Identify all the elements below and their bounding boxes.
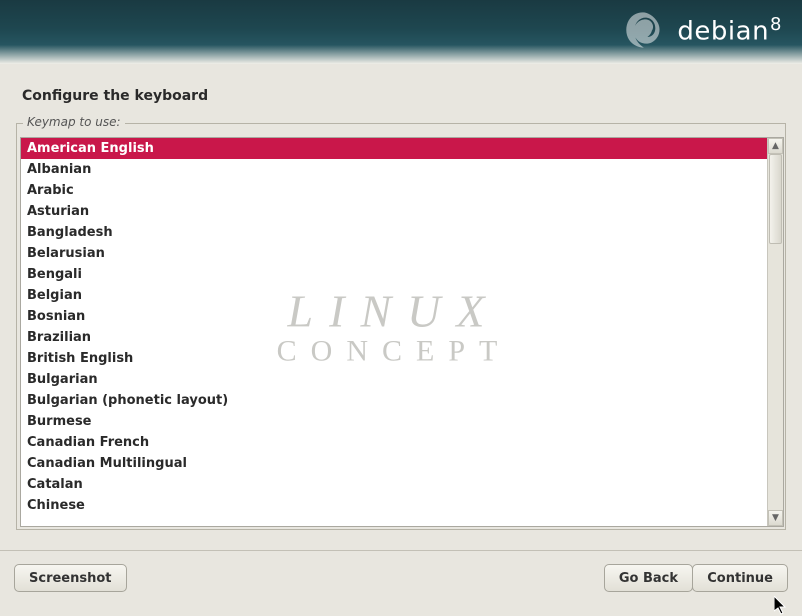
list-item[interactable]: Burmese xyxy=(21,411,767,432)
scroll-up-button[interactable]: ▲ xyxy=(768,138,783,154)
brand-version: 8 xyxy=(770,14,782,35)
scroll-down-button[interactable]: ▼ xyxy=(768,510,783,526)
list-item[interactable]: Canadian Multilingual xyxy=(21,453,767,474)
continue-button[interactable]: Continue xyxy=(692,564,788,592)
list-item[interactable]: Asturian xyxy=(21,201,767,222)
footer-bar: Screenshot Go Back Continue xyxy=(0,550,802,604)
list-item[interactable]: Brazilian xyxy=(21,327,767,348)
keymap-panel: Keymap to use: LINUX CONCEPT American En… xyxy=(16,123,786,530)
scroll-thumb[interactable] xyxy=(769,154,782,244)
list-item[interactable]: Belarusian xyxy=(21,243,767,264)
go-back-button[interactable]: Go Back xyxy=(604,564,693,592)
page-title: Configure the keyboard xyxy=(22,88,208,104)
scroll-track[interactable] xyxy=(768,154,783,510)
list-item[interactable]: American English xyxy=(21,138,767,159)
panel-label: Keymap to use: xyxy=(23,115,125,129)
list-item[interactable]: Canadian French xyxy=(21,432,767,453)
keymap-listbox-container: LINUX CONCEPT American EnglishAlbanianAr… xyxy=(20,137,784,527)
debian-swirl-icon xyxy=(621,8,665,52)
scrollbar: ▲ ▼ xyxy=(767,138,783,526)
list-item[interactable]: Bulgarian (phonetic layout) xyxy=(21,390,767,411)
list-item[interactable]: British English xyxy=(21,348,767,369)
list-item[interactable]: Bengali xyxy=(21,264,767,285)
list-item[interactable]: Belgian xyxy=(21,285,767,306)
list-item[interactable]: Bulgarian xyxy=(21,369,767,390)
list-item[interactable]: Arabic xyxy=(21,180,767,201)
brand-text: debian8 xyxy=(677,14,782,47)
list-item[interactable]: Bangladesh xyxy=(21,222,767,243)
installer-header: debian8 xyxy=(0,0,802,64)
list-item[interactable]: Albanian xyxy=(21,159,767,180)
brand-name: debian xyxy=(677,16,769,46)
debian-logo-block: debian8 xyxy=(621,8,782,52)
keymap-listbox[interactable]: LINUX CONCEPT American EnglishAlbanianAr… xyxy=(21,138,767,526)
list-item[interactable]: Catalan xyxy=(21,474,767,495)
list-item[interactable]: Bosnian xyxy=(21,306,767,327)
screenshot-button[interactable]: Screenshot xyxy=(14,564,127,592)
list-item[interactable]: Chinese xyxy=(21,495,767,516)
